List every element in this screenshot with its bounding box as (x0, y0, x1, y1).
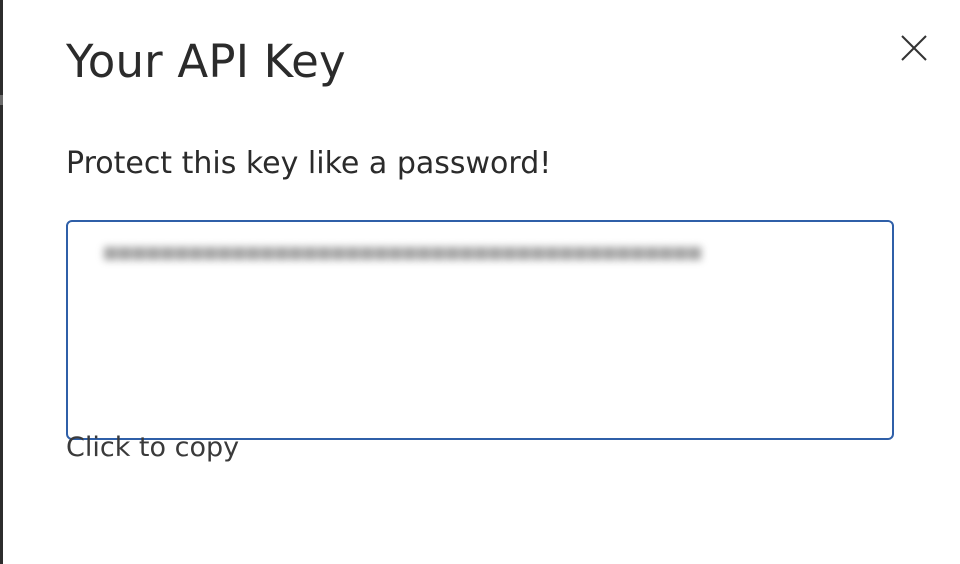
dialog-warning-text: Protect this key like a password! (66, 146, 552, 181)
dialog-title: Your API Key (66, 35, 346, 88)
api-key-field[interactable]: ■■■■■■■■■■■■■■■■■■■■■■■■■■■■■■■■■■■■■■■■… (66, 220, 894, 440)
api-key-value-redacted: ■■■■■■■■■■■■■■■■■■■■■■■■■■■■■■■■■■■■■■■■… (104, 240, 703, 265)
api-key-dialog: Your API Key Protect this key like a pas… (3, 0, 960, 564)
click-to-copy-label[interactable]: Click to copy (66, 430, 239, 466)
close-icon (901, 35, 927, 61)
close-button[interactable] (893, 28, 933, 68)
